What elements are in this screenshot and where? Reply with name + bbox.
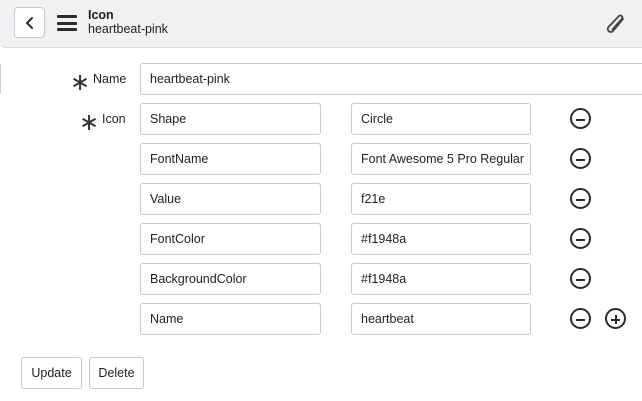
name-input[interactable]: heartbeat-pink — [140, 63, 642, 95]
minus-circle-icon — [576, 118, 585, 121]
icon-key-input[interactable]: Value — [140, 183, 321, 215]
update-button[interactable]: Update — [21, 357, 82, 389]
remove-row-button[interactable] — [570, 188, 591, 209]
remove-row-button[interactable] — [570, 108, 591, 129]
icon-value-input[interactable]: #f1948a — [351, 223, 531, 255]
remove-row-button[interactable] — [570, 228, 591, 249]
add-row-button[interactable] — [605, 308, 626, 329]
name-label: Name — [93, 72, 127, 86]
delete-button[interactable]: Delete — [89, 357, 144, 389]
icon-label: Icon — [102, 112, 126, 126]
form-header: Icon heartbeat-pink — [0, 0, 642, 48]
record-title: Icon heartbeat-pink — [88, 8, 168, 36]
remove-row-button[interactable] — [570, 308, 591, 329]
minus-circle-icon — [576, 318, 585, 321]
icon-value-input[interactable]: Circle — [351, 103, 531, 135]
drag-handle-icon[interactable] — [0, 13, 4, 35]
remove-row-button[interactable] — [570, 148, 591, 169]
icon-value-input[interactable]: heartbeat — [351, 303, 531, 335]
icon-key-input[interactable]: Shape — [140, 103, 321, 135]
required-marker: ∗ — [70, 69, 91, 96]
icon-key-input[interactable]: BackgroundColor — [140, 263, 321, 295]
icon-key-input[interactable]: FontName — [140, 143, 321, 175]
minus-circle-icon — [576, 198, 585, 201]
icon-key-input[interactable]: FontColor — [140, 223, 321, 255]
hamburger-menu-icon[interactable] — [57, 15, 77, 31]
icon-value-input[interactable]: #f1948a — [351, 263, 531, 295]
icon-value-input[interactable]: Font Awesome 5 Pro Regular — [351, 143, 531, 175]
remove-row-button[interactable] — [570, 268, 591, 289]
required-marker: ∗ — [79, 109, 100, 136]
minus-circle-icon — [576, 158, 585, 161]
icon-key-input[interactable]: Name — [140, 303, 321, 335]
minus-circle-icon — [576, 238, 585, 241]
paperclip-icon[interactable] — [602, 12, 628, 36]
minus-circle-icon — [576, 278, 585, 281]
record-name-title: heartbeat-pink — [88, 22, 168, 36]
record-type-title: Icon — [88, 8, 114, 22]
back-button[interactable] — [14, 7, 45, 38]
divider — [0, 64, 1, 94]
chevron-left-icon — [25, 16, 33, 29]
icon-value-input[interactable]: f21e — [351, 183, 531, 215]
